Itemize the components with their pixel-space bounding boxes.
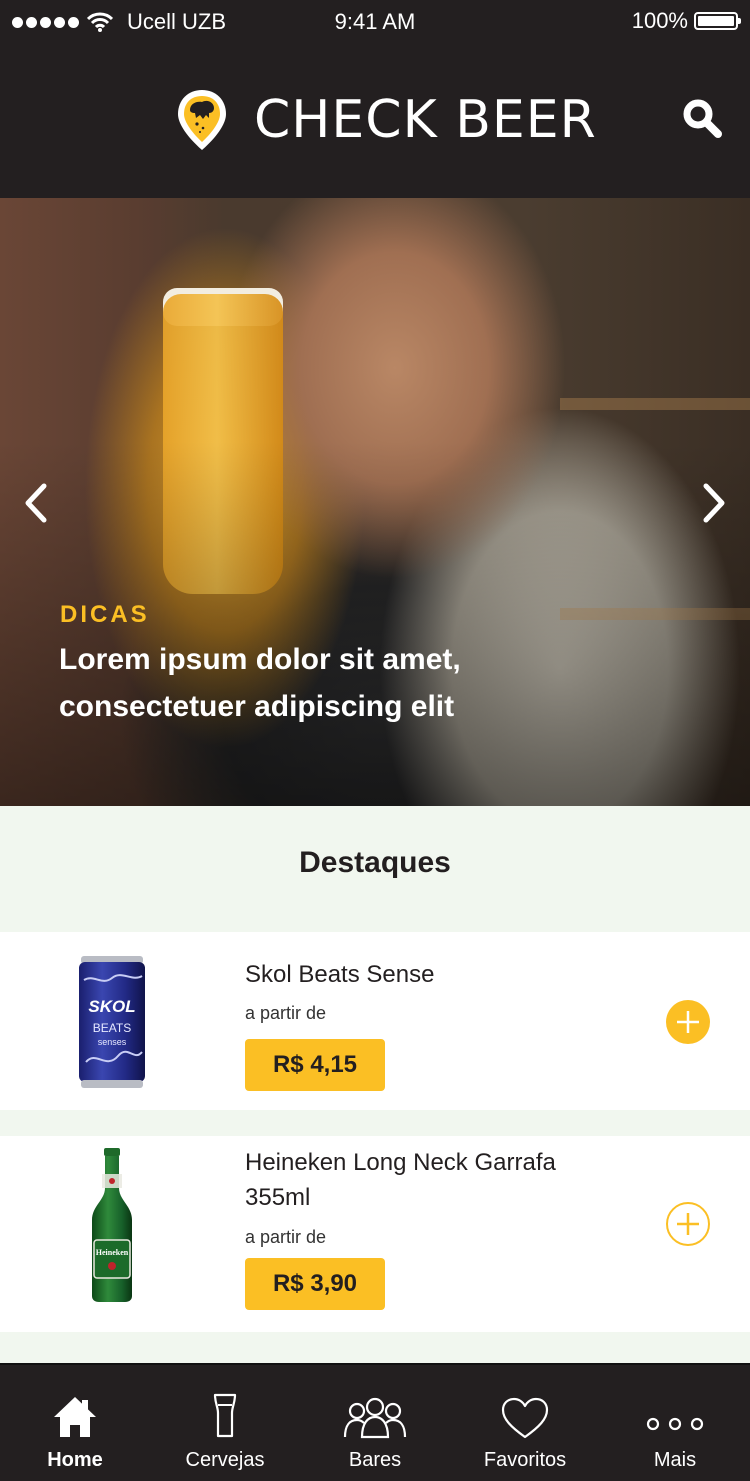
carousel-next-button[interactable]	[698, 483, 732, 523]
can-brand-text: SKOL	[88, 997, 135, 1016]
product-name[interactable]: Heineken Long Neck Garrafa 355ml	[245, 1145, 625, 1215]
beer-glass-icon	[213, 1393, 237, 1438]
battery-icon	[694, 12, 741, 30]
tab-bares[interactable]: Bares	[300, 1365, 450, 1481]
plus-icon	[677, 1011, 699, 1033]
battery-percent: 100%	[631, 8, 688, 33]
app-logo[interactable]: CHECK BEER	[176, 88, 597, 152]
home-icon	[54, 1397, 96, 1437]
can-variant-text: senses	[98, 1037, 127, 1047]
tab-label: Bares	[348, 1449, 402, 1471]
more-icon	[646, 1417, 704, 1431]
bottle-brand-text: Heineken	[96, 1248, 129, 1257]
add-button[interactable]	[666, 1000, 710, 1044]
search-icon	[683, 99, 722, 138]
tab-home[interactable]: Home	[0, 1365, 150, 1481]
section-title: Destaques	[299, 846, 451, 879]
chevron-right-icon	[703, 483, 725, 523]
heart-icon	[501, 1397, 549, 1439]
tab-label: Home	[47, 1449, 103, 1471]
product-card[interactable]: Heineken Heineken Long Neck Garrafa 355m…	[0, 1136, 750, 1332]
add-button[interactable]	[666, 1202, 710, 1246]
carousel-prev-button[interactable]	[18, 483, 52, 523]
app-header: CHECK BEER	[0, 42, 750, 198]
can-sub-brand-text: BEATS	[93, 1021, 131, 1035]
beer-pin-icon	[178, 90, 226, 150]
price-badge: R$ 4,15	[245, 1039, 385, 1091]
tab-cervejas[interactable]: Cervejas	[150, 1365, 300, 1481]
price-badge: R$ 3,90	[245, 1258, 385, 1310]
tab-mais[interactable]: Mais	[600, 1365, 750, 1481]
tab-label: Cervejas	[185, 1449, 265, 1471]
app-title: CHECK BEER	[254, 90, 597, 150]
tab-label: Mais	[653, 1449, 697, 1471]
price-prefix: a partir de	[245, 1227, 327, 1247]
search-button[interactable]	[678, 94, 726, 142]
price-prefix: a partir de	[245, 1003, 327, 1023]
hero-category-tag: DICAS	[60, 601, 150, 628]
tab-favoritos[interactable]: Favoritos	[450, 1365, 600, 1481]
chevron-left-icon	[25, 483, 47, 523]
plus-icon	[677, 1213, 699, 1235]
hero-banner[interactable]: DICAS Lorem ipsum dolor sit amet, consec…	[0, 198, 750, 806]
hero-title[interactable]: Lorem ipsum dolor sit amet, consectetuer…	[59, 636, 579, 730]
status-bar: Ucell UZB 9:41 AM 100%	[0, 0, 750, 42]
product-name[interactable]: Skol Beats Sense	[245, 957, 625, 992]
tab-bar: Home Cervejas Bares Favoritos Mais	[0, 1363, 750, 1481]
product-card[interactable]: SKOL BEATS senses Skol Beats Sense a par…	[0, 932, 750, 1110]
product-image-bottle: Heineken	[92, 1148, 132, 1302]
tab-label: Favoritos	[483, 1449, 567, 1471]
product-image-can: SKOL BEATS senses	[79, 956, 145, 1088]
people-icon	[343, 1397, 407, 1439]
